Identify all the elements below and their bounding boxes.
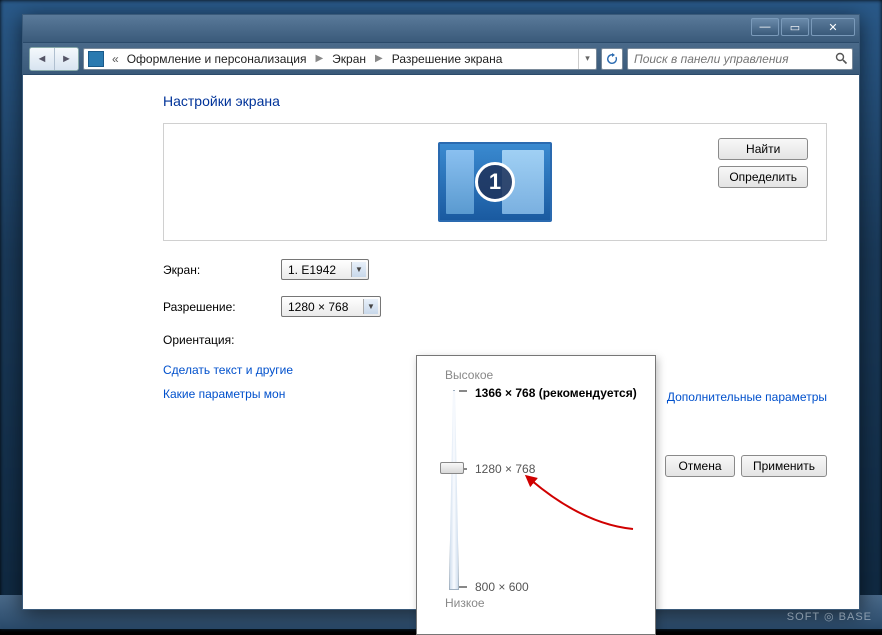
- resolution-slider[interactable]: 1366 × 768 (рекомендуется) 1280 × 768 80…: [445, 390, 641, 590]
- refresh-button[interactable]: [601, 48, 623, 70]
- monitor-number: 1: [475, 162, 515, 202]
- search-box[interactable]: [627, 48, 853, 70]
- nav-buttons: ◄ ►: [29, 47, 79, 71]
- maximize-icon: ▭: [790, 21, 800, 34]
- slider-tick: [459, 586, 467, 588]
- screen-dropdown[interactable]: 1. E1942 ▼: [281, 259, 369, 280]
- resolution-dropdown[interactable]: 1280 × 768 ▼: [281, 296, 381, 317]
- close-button[interactable]: ✕: [811, 18, 855, 36]
- monitor-icon: 1: [438, 142, 552, 222]
- screen-label: Экран:: [163, 263, 281, 277]
- control-panel-icon: [88, 51, 104, 67]
- chevron-right-icon: ▶: [372, 53, 386, 64]
- monitor-preview[interactable]: 1: [182, 142, 808, 222]
- maximize-button[interactable]: ▭: [781, 18, 809, 36]
- screen-value: 1. E1942: [288, 263, 351, 277]
- slider-low-label: Низкое: [445, 596, 641, 610]
- breadcrumb-item[interactable]: Разрешение экрана: [386, 49, 509, 69]
- slider-track: [449, 390, 459, 590]
- monitor-preview-panel: 1 Найти Определить: [163, 123, 827, 241]
- titlebar: — ▭ ✕: [23, 15, 859, 43]
- slider-recommended-label: 1366 × 768 (рекомендуется): [475, 386, 637, 400]
- cancel-button[interactable]: Отмена: [665, 455, 735, 477]
- apply-button[interactable]: Применить: [741, 455, 827, 477]
- annotation-arrow-icon: [523, 474, 643, 534]
- resolution-value: 1280 × 768: [288, 300, 363, 314]
- chevron-down-icon: ▼: [351, 262, 366, 277]
- back-button[interactable]: ◄: [30, 48, 54, 70]
- refresh-icon: [606, 53, 618, 65]
- search-input[interactable]: [628, 52, 830, 66]
- chevron-down-icon: ▼: [363, 299, 378, 314]
- slider-tick: [459, 390, 467, 392]
- slider-current-label: 1280 × 768: [475, 462, 535, 476]
- navigation-row: ◄ ► « Оформление и персонализация ▶ Экра…: [23, 43, 859, 75]
- slider-min-label: 800 × 600: [475, 580, 529, 594]
- slider-high-label: Высокое: [445, 368, 641, 382]
- chevron-right-icon: ▶: [312, 53, 326, 64]
- orientation-label: Ориентация:: [163, 333, 281, 347]
- watermark: SOFT ◎ BASE: [787, 610, 872, 623]
- breadcrumb-prefix: «: [108, 52, 121, 66]
- advanced-settings-link[interactable]: Дополнительные параметры: [667, 390, 827, 404]
- page-title: Настройки экрана: [163, 93, 827, 109]
- detect-button[interactable]: Определить: [718, 166, 808, 188]
- settings-form: Экран: 1. E1942 ▼ Разрешение: 1280 × 768…: [163, 259, 827, 347]
- close-icon: ✕: [828, 21, 837, 34]
- resolution-label: Разрешение:: [163, 300, 281, 314]
- forward-button[interactable]: ►: [54, 48, 78, 70]
- search-icon[interactable]: [830, 52, 852, 65]
- minimize-button[interactable]: —: [751, 18, 779, 36]
- breadcrumb-bar[interactable]: « Оформление и персонализация ▶ Экран ▶ …: [83, 48, 597, 70]
- breadcrumb-dropdown[interactable]: ▾: [578, 49, 596, 69]
- minimize-icon: —: [760, 21, 771, 33]
- breadcrumb-item[interactable]: Экран: [326, 49, 372, 69]
- slider-thumb[interactable]: [440, 462, 464, 474]
- dialog-buttons: Отмена Применить: [665, 455, 827, 477]
- resolution-slider-popup: Высокое 1366 × 768 (рекомендуется) 1280 …: [416, 355, 656, 635]
- find-button[interactable]: Найти: [718, 138, 808, 160]
- breadcrumb-item[interactable]: Оформление и персонализация: [121, 49, 313, 69]
